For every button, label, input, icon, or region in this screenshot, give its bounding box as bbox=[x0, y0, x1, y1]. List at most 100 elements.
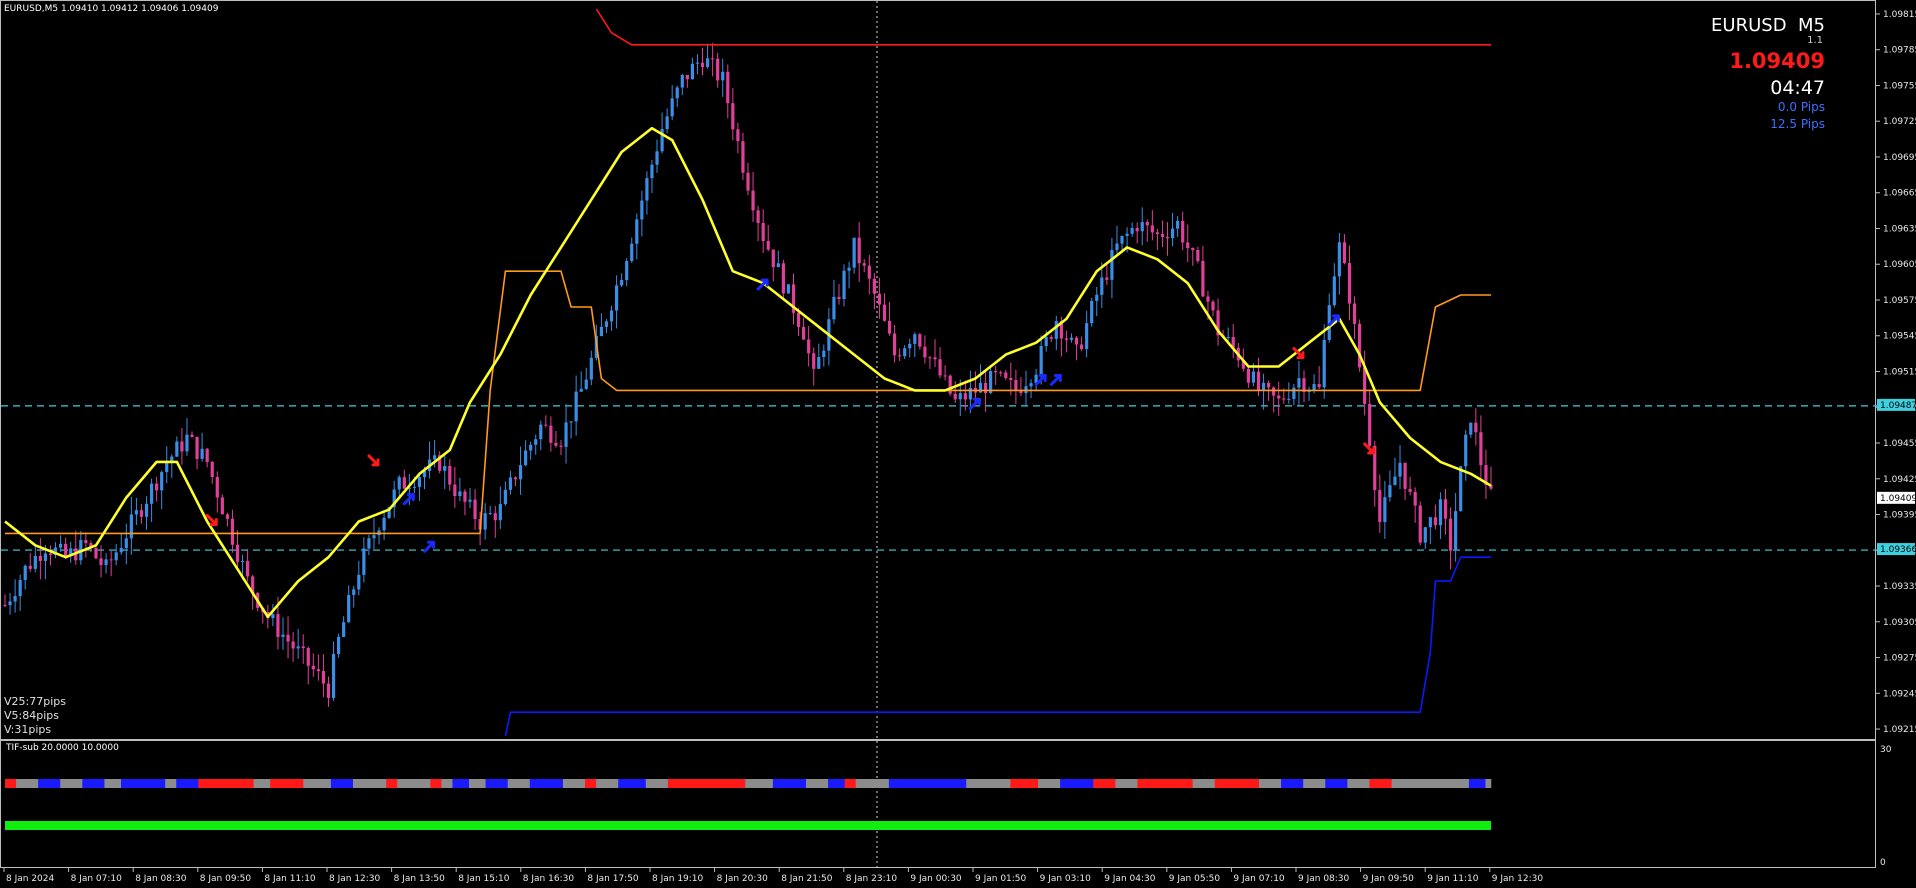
state-segment-gray bbox=[397, 779, 431, 788]
candle-body bbox=[1120, 235, 1124, 244]
state-segment-gray bbox=[745, 779, 774, 788]
candle-body bbox=[1282, 398, 1286, 400]
price-chart[interactable] bbox=[1, 1, 1916, 741]
candle-body bbox=[1100, 277, 1104, 295]
candle-body bbox=[412, 486, 417, 488]
state-segment-blue bbox=[1468, 779, 1486, 788]
candle-body bbox=[665, 116, 669, 130]
candle-body bbox=[1049, 337, 1053, 339]
state-segment-gray bbox=[1347, 779, 1370, 788]
candle-body bbox=[604, 321, 609, 327]
x-tick-label: 8 Jan 17:50 bbox=[587, 874, 639, 884]
candle-body bbox=[215, 477, 219, 498]
state-segment-red bbox=[1010, 779, 1039, 788]
candle-body bbox=[584, 379, 588, 389]
candle-body bbox=[1317, 384, 1321, 388]
candle-body bbox=[8, 601, 12, 606]
candle-body bbox=[306, 648, 310, 666]
candle-body bbox=[892, 333, 897, 356]
candle-body bbox=[731, 103, 735, 130]
candle-body bbox=[417, 477, 422, 487]
candle-body bbox=[867, 265, 871, 279]
candle-body bbox=[352, 589, 356, 596]
candle-body bbox=[690, 63, 695, 80]
candle-body bbox=[286, 634, 290, 642]
state-segment-gray bbox=[303, 779, 332, 788]
candle-body bbox=[877, 293, 882, 305]
candle-body bbox=[336, 636, 341, 654]
candle-body bbox=[589, 357, 593, 380]
signal-arrow-up bbox=[423, 540, 436, 553]
candle-body bbox=[281, 634, 285, 637]
candle-body bbox=[1191, 248, 1195, 251]
x-tick-label: 9 Jan 11:10 bbox=[1427, 874, 1479, 884]
x-tick-label: 8 Jan 07:10 bbox=[71, 874, 123, 884]
x-tick-label: 9 Jan 04:30 bbox=[1104, 874, 1156, 884]
candle-body bbox=[1388, 485, 1392, 498]
candle-body bbox=[1176, 220, 1180, 229]
candle-body bbox=[1352, 303, 1357, 324]
candle-body bbox=[397, 477, 401, 490]
candle-body bbox=[33, 555, 37, 569]
candle-body bbox=[1443, 499, 1448, 519]
candle-body bbox=[114, 552, 118, 561]
candle-body bbox=[1428, 517, 1432, 528]
candle-body bbox=[832, 296, 836, 320]
candle-body bbox=[640, 200, 644, 220]
candle-body bbox=[402, 477, 406, 489]
candle-body bbox=[468, 499, 472, 502]
candle-body bbox=[741, 141, 745, 173]
x-tick-label: 8 Jan 09:50 bbox=[200, 874, 252, 884]
candle-body bbox=[670, 98, 674, 117]
candle-body bbox=[1085, 323, 1089, 349]
candle-body bbox=[807, 339, 811, 354]
candle-body bbox=[139, 510, 144, 517]
candle-body bbox=[225, 514, 229, 519]
candle-body bbox=[1251, 371, 1256, 383]
state-segment-red bbox=[667, 779, 746, 788]
state-segment-gray bbox=[60, 779, 83, 788]
candle-body bbox=[453, 484, 457, 497]
candle-body bbox=[220, 497, 224, 515]
state-segment-red bbox=[1137, 779, 1193, 788]
indicator-subwindow[interactable] bbox=[0, 740, 1876, 869]
candle-body bbox=[685, 74, 689, 80]
candle-body bbox=[48, 553, 53, 555]
candle-body bbox=[326, 683, 331, 698]
candle-body bbox=[1150, 225, 1154, 233]
state-segment-blue bbox=[82, 779, 105, 788]
x-tick-label: 8 Jan 20:30 bbox=[717, 874, 769, 884]
candle-body bbox=[1342, 242, 1347, 264]
candle-body bbox=[210, 462, 214, 478]
state-segment-gray bbox=[1038, 779, 1061, 788]
candle-body bbox=[1054, 321, 1058, 339]
x-tick-label: 8 Jan 12:30 bbox=[329, 874, 381, 884]
candle-body bbox=[240, 561, 245, 563]
main-chart-pane[interactable]: EURUSD,M5 1.09410 1.09412 1.09406 1.0940… bbox=[0, 0, 1877, 741]
state-segment-blue bbox=[772, 779, 807, 788]
candle-body bbox=[1479, 432, 1483, 466]
state-segment-gray bbox=[1115, 779, 1138, 788]
candle-body bbox=[1140, 222, 1144, 232]
candle-body bbox=[882, 304, 887, 321]
candle-body bbox=[508, 477, 513, 490]
candle-body bbox=[716, 58, 720, 81]
state-segment-blue bbox=[38, 779, 61, 788]
candle-body bbox=[1464, 434, 1468, 467]
symbol-timeframe-label: EURUSD M5 bbox=[1711, 15, 1825, 36]
candle-body bbox=[1297, 378, 1301, 388]
x-tick-label: 8 Jan 21:50 bbox=[781, 874, 833, 884]
candle-body bbox=[498, 504, 502, 521]
candle-body bbox=[1095, 294, 1099, 301]
sub-scale-bottom: 0 bbox=[1880, 858, 1886, 868]
candle-body bbox=[291, 641, 295, 649]
candle-body bbox=[842, 270, 846, 300]
candle-body bbox=[579, 388, 583, 392]
candle-body bbox=[362, 548, 366, 575]
candle-body bbox=[721, 71, 725, 81]
candle-body bbox=[1277, 395, 1281, 399]
candle-body bbox=[1357, 323, 1362, 368]
candle-body bbox=[923, 346, 927, 358]
candle-body bbox=[1079, 344, 1084, 349]
candle-body bbox=[847, 267, 851, 271]
